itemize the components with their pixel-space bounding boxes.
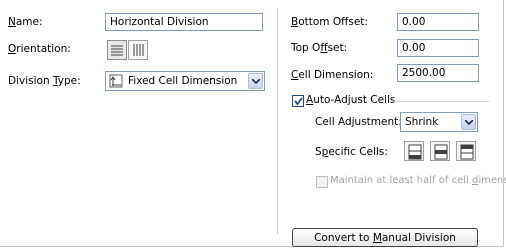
vertical-lines-icon: [133, 44, 144, 56]
cell-dimension-label: Cell Dimension:: [291, 69, 374, 81]
division-properties-panel: Name: Horizontal Division Orientation: D…: [0, 0, 506, 247]
division-type-dropdown-button[interactable]: [248, 73, 263, 89]
division-type-value: Fixed Cell Dimension: [128, 75, 238, 87]
convert-to-manual-button[interactable]: Convert to Manual Division: [292, 228, 478, 247]
orientation-label-rest: rientation:: [16, 43, 71, 55]
specific-cells-bottom-button[interactable]: [404, 141, 424, 161]
cell-adjustment-label: Cell Adjustment:: [315, 116, 402, 128]
name-label-rest: ame:: [15, 16, 43, 28]
auto-adjust-group-line: [392, 101, 489, 102]
checkmark-icon: [294, 97, 303, 106]
bottom-offset-field[interactable]: 0.00: [397, 13, 479, 31]
chevron-down-icon: [252, 79, 260, 84]
cell-top-icon: [460, 144, 474, 160]
maintain-half-label: Maintain at least half of cell dimension: [330, 175, 506, 186]
top-offset-field[interactable]: 0.00: [397, 39, 479, 57]
cell-dimension-field[interactable]: 2500.00: [397, 64, 479, 82]
cell-dimension-label-rest: ell Dimension:: [298, 69, 374, 81]
top-offset-label: Top Offset:: [291, 42, 348, 54]
name-field[interactable]: Horizontal Division: [105, 13, 263, 31]
orientation-label: Orientation:: [8, 43, 71, 55]
division-type-label-b: ype:: [57, 75, 81, 87]
division-type-label-a: Division: [8, 75, 53, 87]
bottom-offset-label: Bottom Offset:: [291, 16, 368, 28]
maintain-half-label-a: Maintain at least half of cell: [330, 175, 472, 186]
specific-cells-top-button[interactable]: [456, 141, 476, 161]
specific-cells-label: Specific Cells:: [315, 146, 388, 158]
specific-cells-middle-button[interactable]: [430, 141, 450, 161]
cell-middle-icon: [434, 144, 448, 160]
horizontal-lines-icon: [111, 45, 123, 56]
cell-adjustment-value: Shrink: [405, 116, 439, 128]
maintain-half-checkbox[interactable]: [316, 176, 328, 188]
cell-adjustment-dropdown[interactable]: Shrink: [400, 112, 478, 132]
orientation-horizontal-button[interactable]: [107, 40, 127, 60]
name-label: Name:: [8, 16, 43, 28]
maintain-half-label-b: imension: [478, 175, 506, 186]
column-divider: [277, 8, 278, 234]
cell-bottom-icon: [408, 144, 422, 160]
auto-adjust-checkbox[interactable]: [292, 95, 304, 107]
chevron-down-icon: [465, 120, 473, 125]
auto-adjust-label-rest: uto-Adjust Cells: [313, 94, 396, 106]
cell-adjustment-dropdown-button[interactable]: [461, 114, 476, 130]
fixed-cell-dimension-icon: [109, 74, 123, 88]
top-offset-label-b: fset:: [327, 42, 348, 54]
bottom-offset-label-rest: ottom Offset:: [298, 16, 368, 28]
auto-adjust-label[interactable]: Auto-Adjust Cells: [306, 94, 395, 106]
specific-cells-label-a: S: [315, 146, 322, 158]
division-type-dropdown[interactable]: Fixed Cell Dimension: [105, 71, 265, 91]
orientation-vertical-button[interactable]: [128, 40, 148, 60]
top-offset-label-a: Top O: [291, 42, 321, 54]
specific-cells-label-b: ecific Cells:: [328, 146, 388, 158]
convert-button-label-b: anual Division: [381, 232, 456, 244]
division-type-label: Division Type:: [8, 75, 81, 87]
convert-button-label-a: Convert to: [314, 232, 373, 244]
